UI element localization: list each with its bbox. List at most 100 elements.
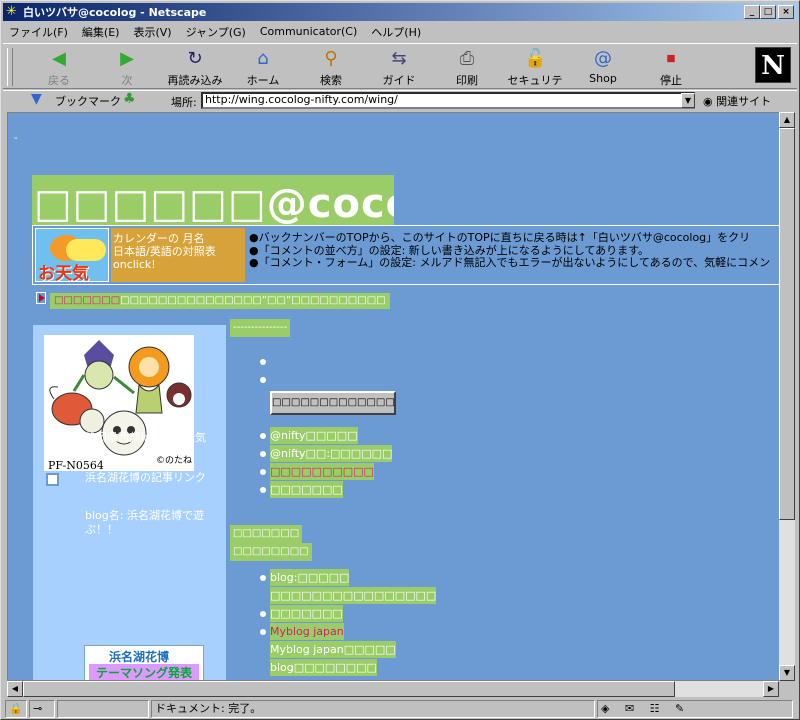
home-icon: ⌂ [257,48,269,69]
reload-icon: ↻ [187,48,203,69]
section-heading: □□□□□□□ [230,525,303,543]
section-heading: --------------- [230,319,291,337]
list-item[interactable]: @nifty□□:□□□□□□ [270,445,393,462]
forward-arrow-icon: ▶ [120,48,134,69]
home-button[interactable]: ⌂ ホーム [231,48,295,88]
play-arrow-icon [36,292,46,304]
security-status-icon[interactable]: 🔒 [5,700,27,718]
search-icon: ⚲ [324,48,338,69]
list-item[interactable]: blog□□□□□□□□ [270,659,377,676]
page-viewport: - □□□□□□@cocolog お天気 カレンダーの 月名 日本語/英語の対照… [7,112,779,681]
page-dash: - [14,133,18,144]
netscape-logo[interactable]: N [755,47,791,83]
notice-item: ●「コメント・フォーム」の設定: メルアド無記入でもエラーが出ないようにしてある… [249,256,771,269]
mascot-caption: ©のたね [156,455,192,466]
status-text: ドキュメント: 完了。 [151,700,595,718]
menu-communicator[interactable]: Communicator(C) [260,25,357,38]
weather-label: お天気 [38,264,89,282]
related-sites-button[interactable]: ◉ 関連サイト [703,93,771,109]
vertical-scrollbar[interactable]: ▲ ▼ [779,112,795,681]
vertical-scroll-thumb[interactable] [779,128,795,520]
mascot-image: ©のたね [44,335,194,471]
list-item[interactable]: □□□□□□□ [270,481,343,498]
bookmarks-button[interactable]: ブックマーク [55,93,121,109]
url-dropdown-icon[interactable]: ▼ [681,93,695,108]
close-button[interactable]: × [778,5,794,19]
notice-item: ●バックナンバーのTOPから、このサイトのTOPに直ちに戻る時は↑「白いツバサ@… [249,232,751,244]
sidebar-link-hanahaku-articles[interactable]: 浜名湖花博の記事リンク [85,471,215,485]
connection-icon: ⊸ [29,700,55,718]
list-item[interactable]: @nifty□□□□□ [270,427,358,444]
location-label: 場所: [171,96,197,109]
bullet-icon [260,433,266,439]
sidebar-link-blog[interactable]: blog名: 浜名湖花博で遊ぶ！！ [85,509,215,537]
blog-title-banner[interactable]: □□□□□□@cocolog [32,175,394,229]
bookmark-icon: ▼ [31,91,42,107]
stop-icon: ⏹ [666,48,676,69]
security-button[interactable]: 🔓セキュリティ [503,48,567,103]
menu-edit[interactable]: 編集(E) [82,24,120,40]
list-item[interactable]: Myblog japan□□□□□ [270,641,396,658]
title-bar: ✳ 白いツバサ@cocolog - Netscape _ □ × [3,3,797,21]
scroll-up-icon[interactable]: ▲ [779,112,795,128]
lock-icon: 🔓 [524,48,547,69]
list-item[interactable]: Myblog japan [270,623,344,640]
horizontal-scroll-thumb[interactable] [23,681,675,697]
menu-file[interactable]: ファイル(F) [9,24,68,40]
back-button[interactable]: ◀ 戻る [27,48,91,88]
list-item[interactable]: □□□□□□□ [270,605,343,622]
status-bar: 🔒 ⊸ ドキュメント: 完了。 ◈ ✉ ☷ ✎ [3,699,797,719]
url-input[interactable]: http://wing.cocolog-nifty.com/wing/ [201,92,695,109]
scroll-left-icon[interactable]: ◀ [7,681,23,697]
maximize-button[interactable]: □ [760,5,776,19]
browser-window: ✳ 白いツバサ@cocolog - Netscape _ □ × ファイル(F)… [0,0,800,720]
bullet-icon [260,629,266,635]
menu-help[interactable]: ヘルプ(H) [371,24,421,40]
back-arrow-icon: ◀ [52,48,66,69]
list-item[interactable]: blog:□□□□□ [270,569,350,586]
bullet-icon [260,359,266,365]
netscape-app-icon: ✳ [6,4,17,19]
print-button[interactable]: ⎙ 印刷 [435,48,499,88]
cloud-icon [66,239,106,261]
menu-go[interactable]: ジャンプ(G) [186,24,246,40]
reload-button[interactable]: ↻ 再読み込み [163,48,227,88]
search-button[interactable]: ⚲ 検索 [299,48,363,88]
bullet-icon [260,451,266,457]
calendar-month-table-link[interactable]: カレンダーの 月名 日本語/英語の対照表 onclick! [111,228,245,282]
bullet-icon [260,575,266,581]
bullet-icon [260,611,266,617]
location-bar: ▼ ブックマーク ♣ 場所: http://wing.cocolog-nifty… [3,90,797,110]
window-title: 白いツバサ@cocolog - Netscape [23,6,207,19]
location-icon[interactable]: ♣ [123,91,136,107]
navigation-toolbar: ◀戻る ▶次 ↻再読み込み ⌂ホーム ⚲検索 ⇆ガイド ⎙印刷 🔓セキュリティ … [3,43,797,103]
list-item[interactable]: □□□□□□□□□□ [270,463,374,480]
forward-button[interactable]: ▶ 次 [95,48,159,88]
left-sidebar: ©のたね PF-N0564 静岡県西部地域のお天気 浜名湖花博の記事リンク bl… [33,325,226,680]
shop-button[interactable]: @ Shop [571,48,635,88]
sidebar-link-weather[interactable]: 静岡県西部地域のお天気 [85,431,215,445]
guide-button[interactable]: ⇆ ガイド [367,48,431,88]
guide-icon: ⇆ [391,48,407,69]
theme-song-banner[interactable]: 浜名湖花博 テーマソング発表 [84,645,204,680]
horizontal-scrollbar[interactable]: ◀ ▶ [7,681,779,697]
minimize-button[interactable]: _ [744,5,760,19]
toolbar-grip[interactable] [7,48,13,86]
section-heading: □□□□□□□□ [230,543,312,561]
bullet-icon [260,469,266,475]
notice-list: ●バックナンバーのTOPから、このサイトのTOPに直ちに戻る時は↑「白いツバサ@… [249,232,779,270]
scroll-right-icon[interactable]: ▶ [763,681,779,697]
breadcrumb: □□□□□□□□□□□□□□□□□□□□□□”□□”□□□□□□□□□□ [50,293,390,309]
shop-bag-icon: @ [594,48,612,69]
form-submit-button[interactable]: □□□□□□□□□□□□□ [270,391,396,415]
component-bar[interactable]: ◈ ✉ ☷ ✎ [597,700,793,718]
small-square-icon[interactable] [46,473,59,486]
scroll-down-icon[interactable]: ▼ [779,665,795,681]
menu-view[interactable]: 表示(V) [133,24,171,40]
list-item[interactable]: □□□□□□□□□□□□□□□□ [270,587,437,604]
bullet-icon [260,377,266,383]
stop-button[interactable]: ⏹ 停止 [639,48,703,88]
bullet-icon [260,487,266,493]
printer-icon: ⎙ [459,48,475,69]
weather-widget[interactable]: お天気 [35,228,109,282]
